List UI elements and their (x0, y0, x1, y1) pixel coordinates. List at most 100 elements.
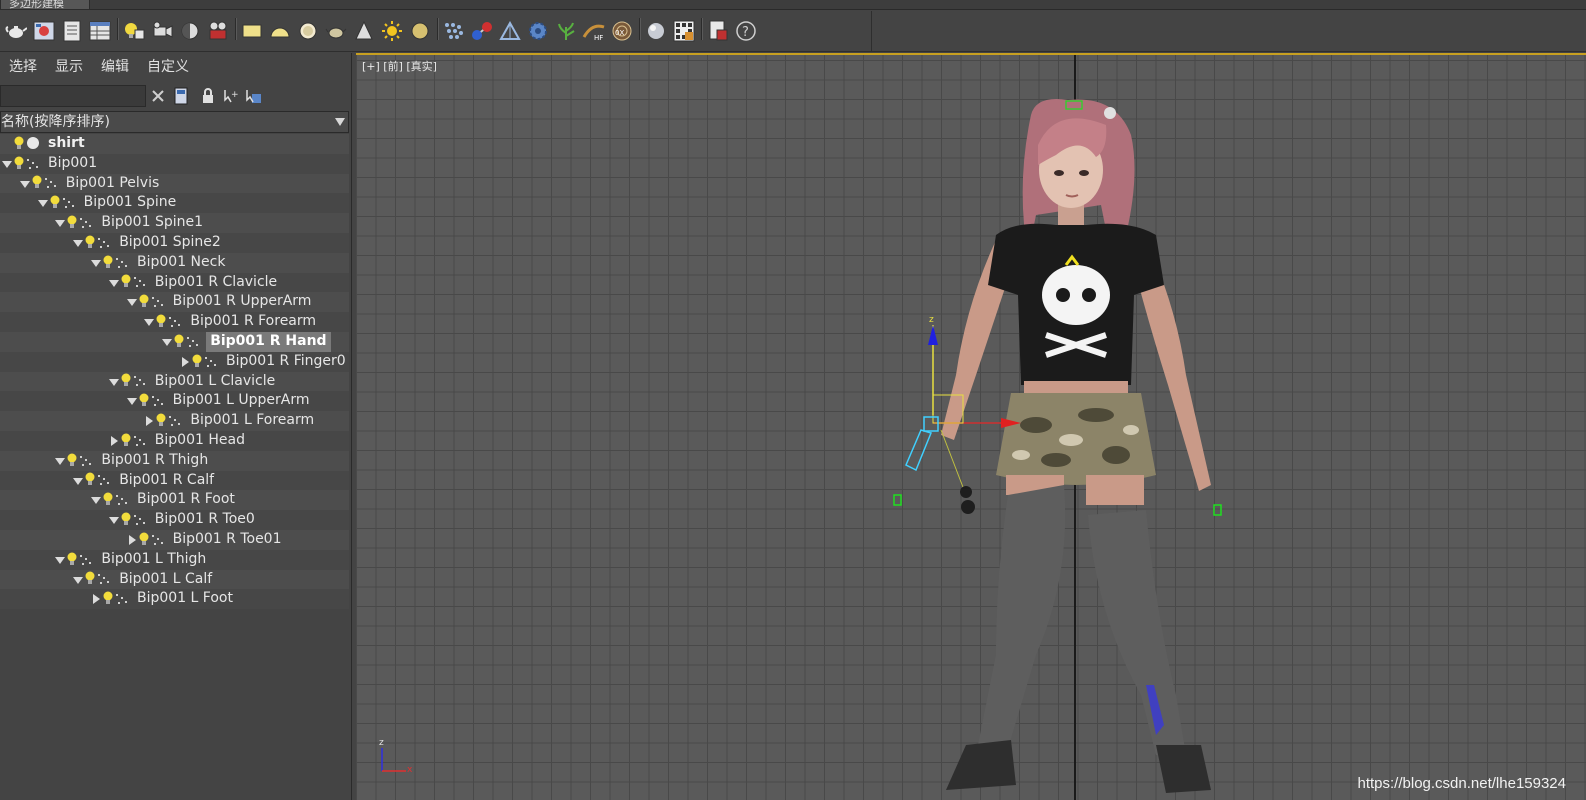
tree-row[interactable]: Bip001 Spine1 (0, 213, 349, 233)
tree-row[interactable]: Bip001 Head (0, 430, 349, 451)
gear-icon[interactable] (524, 16, 552, 46)
light-bulb-icon[interactable] (120, 16, 148, 46)
tree-row[interactable]: Bip001 (0, 153, 349, 174)
light-bulb-icon[interactable] (67, 213, 77, 233)
tree-row[interactable]: Bip001 R Thigh (0, 450, 349, 471)
light-bulb-icon[interactable] (174, 332, 184, 352)
character-model[interactable]: z z x (356, 55, 1586, 800)
expand-open-icon[interactable] (162, 332, 173, 352)
front-viewport[interactable]: [+] [前] [真实] z z x https://blog.csdn.net… (356, 53, 1586, 800)
tree-row[interactable]: Bip001 R Clavicle (0, 272, 349, 293)
light-bulb-icon[interactable] (121, 372, 131, 392)
expand-open-icon[interactable] (108, 372, 119, 392)
menu-select[interactable]: 选择 (0, 53, 46, 81)
select-dependents-icon[interactable] (244, 86, 264, 106)
tree-row[interactable]: Bip001 L Thigh (0, 549, 349, 570)
light-bulb-icon[interactable] (32, 174, 42, 194)
light-bulb-icon[interactable] (121, 431, 131, 451)
tree-row[interactable]: Bip001 Pelvis (0, 173, 349, 194)
light-bulb-icon[interactable] (14, 134, 24, 154)
menu-customize[interactable]: 自定义 (138, 53, 198, 81)
light-bulb-icon[interactable] (14, 154, 24, 174)
light-bulb-icon[interactable] (103, 253, 113, 273)
light-bulb-icon[interactable] (192, 352, 202, 372)
plant-icon[interactable] (552, 16, 580, 46)
expand-open-icon[interactable] (37, 193, 48, 213)
light-bulb-icon[interactable] (139, 292, 149, 312)
table-icon[interactable] (86, 16, 114, 46)
doc-icon[interactable] (704, 16, 732, 46)
molecule-icon[interactable] (468, 16, 496, 46)
expand-open-icon[interactable] (55, 550, 66, 570)
teapot-icon[interactable] (2, 16, 30, 46)
expand-closed-icon[interactable] (91, 589, 101, 609)
light-bulb-icon[interactable] (103, 589, 113, 609)
grid-image-icon[interactable] (670, 16, 698, 46)
plane-icon[interactable] (238, 16, 266, 46)
teapot-small-icon[interactable] (322, 16, 350, 46)
light-bulb-icon[interactable] (67, 451, 77, 471)
light-bulb-icon[interactable] (121, 510, 131, 530)
light-bulb-icon[interactable] (103, 490, 113, 510)
tree-row[interactable]: Bip001 L Foot (0, 589, 349, 610)
tree-row[interactable]: Bip001 R Hand (0, 331, 349, 352)
light-bulb-icon[interactable] (156, 312, 166, 332)
expand-open-icon[interactable] (91, 490, 101, 510)
tree-row[interactable]: Bip001 R Calf (0, 470, 349, 491)
find-icon[interactable] (171, 86, 191, 106)
map-icon[interactable]: 0X (608, 16, 636, 46)
help-icon[interactable]: ? (732, 16, 760, 46)
light-bulb-icon[interactable] (139, 391, 149, 411)
tree-row[interactable]: shirt (0, 134, 349, 154)
expand-open-icon[interactable] (19, 174, 30, 194)
expand-closed-icon[interactable] (109, 431, 119, 451)
light-bulb-icon[interactable] (67, 550, 77, 570)
menu-display[interactable]: 显示 (46, 53, 92, 81)
dots-icon[interactable] (440, 16, 468, 46)
gray-sphere-icon[interactable] (642, 16, 670, 46)
light-bulb-icon[interactable] (85, 570, 95, 590)
hemisphere-icon[interactable] (266, 16, 294, 46)
tree-row[interactable]: Bip001 L UpperArm (0, 391, 349, 412)
tree-row[interactable]: Bip001 R UpperArm (0, 292, 349, 313)
expand-open-icon[interactable] (108, 273, 119, 293)
expand-closed-icon[interactable] (180, 352, 190, 372)
expand-open-icon[interactable] (73, 233, 84, 253)
tree-row[interactable]: Bip001 R Finger0 (0, 351, 349, 372)
sphere-gold-icon[interactable] (406, 16, 434, 46)
expand-closed-icon[interactable] (127, 530, 137, 550)
light-bulb-icon[interactable] (156, 411, 166, 431)
expand-open-icon[interactable] (126, 292, 137, 312)
sphere-half-icon[interactable] (176, 16, 204, 46)
light-bulb-icon[interactable] (50, 193, 60, 213)
light-bulb-icon[interactable] (85, 233, 95, 253)
cone-icon[interactable] (350, 16, 378, 46)
tree-row[interactable]: Bip001 R Foot (0, 490, 349, 511)
expand-open-icon[interactable] (126, 391, 137, 411)
expand-open-icon[interactable] (73, 570, 84, 590)
scale-icon[interactable] (496, 16, 524, 46)
film-camera-icon[interactable] (204, 16, 232, 46)
expand-closed-icon[interactable] (144, 411, 154, 431)
expand-open-icon[interactable] (2, 154, 12, 174)
expand-open-icon[interactable] (73, 471, 84, 491)
hair-icon[interactable]: HF (580, 16, 608, 46)
expand-open-icon[interactable] (91, 253, 101, 273)
render-frame-icon[interactable] (30, 16, 58, 46)
expand-open-icon[interactable] (144, 312, 155, 332)
light-bulb-icon[interactable] (139, 530, 149, 550)
tree-row[interactable]: Bip001 R Forearm (0, 312, 349, 332)
document-list-icon[interactable] (58, 16, 86, 46)
ribbon-tab-polygon-modeling[interactable]: 多边形建模 (0, 0, 90, 10)
search-input[interactable] (0, 85, 146, 107)
tree-row[interactable]: Bip001 L Clavicle (0, 371, 349, 392)
expand-open-icon[interactable] (108, 510, 119, 530)
tree-row[interactable]: Bip001 Spine2 (0, 232, 349, 253)
disc-icon[interactable] (294, 16, 322, 46)
clear-search-icon[interactable] (148, 86, 168, 106)
sort-dropdown[interactable]: 名称(按降序排序) (0, 111, 349, 133)
light-bulb-icon[interactable] (85, 471, 95, 491)
expand-open-icon[interactable] (55, 451, 66, 471)
expand-open-icon[interactable] (55, 213, 66, 233)
tree-row[interactable]: Bip001 R Toe01 (0, 529, 349, 550)
